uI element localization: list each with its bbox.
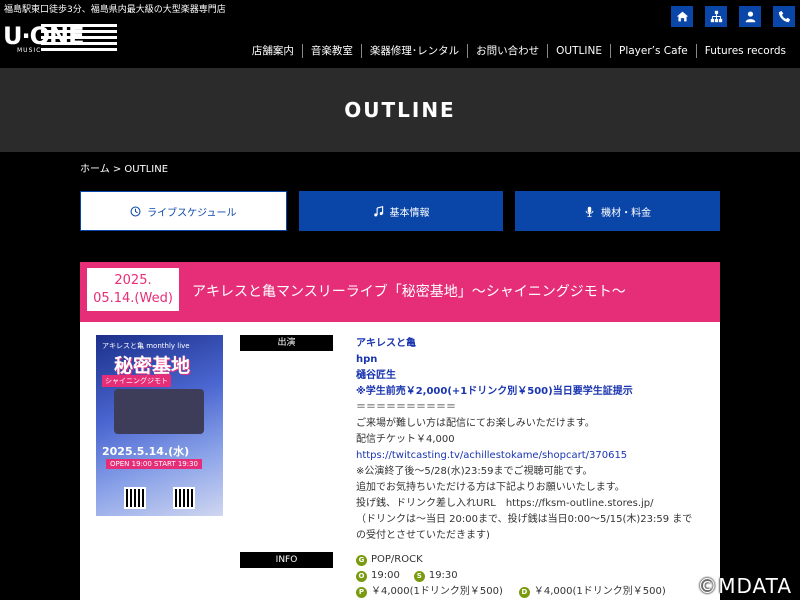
nav-item-school[interactable]: 音楽教室: [301, 44, 361, 58]
nav-item-records[interactable]: Futures records: [695, 44, 794, 58]
door-price: ￥4,000(1ドリンク別￥500): [533, 586, 666, 597]
poster-qr-code: [173, 487, 195, 509]
poster-qr-code: [124, 487, 146, 509]
tab-bar: ライブスケジュール 基本情報 機材・料金: [80, 191, 721, 231]
presale-price: ￥4,000(1ドリンク別￥500): [371, 586, 503, 597]
home-icon[interactable]: [671, 6, 693, 27]
details-line: 配信チケット￥4,000: [356, 434, 455, 445]
event-title: アキレスと亀マンスリーライブ「秘密基地」～シャイニングジモト～: [192, 284, 626, 300]
tagline: 福島駅東口徒歩3分、福島県内最大級の大型楽器専門店: [4, 5, 226, 15]
performer: hpn: [356, 354, 378, 365]
header-icon-buttons: [671, 6, 795, 27]
event-body: アキレスと亀 monthly live 秘密基地 シャイニングジモト 2025.…: [80, 322, 720, 600]
genre-value: POP/ROCK: [371, 554, 423, 565]
streaming-link[interactable]: https://twitcasting.tv/achillestokame/sh…: [356, 448, 716, 464]
start-time: 19:30: [428, 570, 458, 581]
poster-date: 2025.5.14.(水): [102, 445, 190, 458]
page-title: OUTLINE: [344, 98, 456, 122]
poster-title: 秘密基地: [114, 355, 191, 377]
event-poster[interactable]: アキレスと亀 monthly live 秘密基地 シャイニングジモト 2025.…: [96, 335, 223, 516]
breadcrumb[interactable]: ホーム > OUTLINE: [80, 160, 168, 175]
poster-photo: [114, 389, 204, 434]
door-badge-icon: D: [518, 586, 530, 598]
sitemap-icon[interactable]: [705, 6, 727, 27]
open-badge-icon: O: [356, 570, 367, 582]
details-line: ※公演終了後～5/28(水)23:59までご視聴可能です。: [356, 466, 593, 477]
clock-icon: [130, 206, 141, 216]
event-header: 2025. 05.14.(Wed) アキレスと亀マンスリーライブ「秘密基地」～シ…: [80, 262, 720, 322]
tab-live-schedule[interactable]: ライブスケジュール: [80, 191, 287, 231]
watermark: ©MDATA: [697, 574, 792, 598]
nav-item-contact[interactable]: お問い合わせ: [467, 44, 547, 58]
logo-stripes: [41, 24, 117, 58]
site-logo[interactable]: U·ONE MUSIC: [3, 20, 117, 60]
tab-equipment-price[interactable]: 機材・料金: [515, 191, 721, 231]
info-prices: P ￥4,000(1ドリンク別￥500) D ￥4,000(1ドリンク別￥500…: [356, 584, 666, 600]
poster-subtitle: シャイニングジモト: [102, 375, 171, 387]
tab-label: ライブスケジュール: [147, 207, 237, 219]
tip-link-line[interactable]: 投げ銭、ドリンク差し入れURL https://fksm-outline.sto…: [356, 496, 716, 512]
details-line: 追加でお気持ちいただける方は下記よりお願いいたします。: [356, 482, 625, 493]
genre-badge-icon: G: [356, 554, 367, 566]
microphone-icon: [585, 206, 594, 217]
nav-item-outline[interactable]: OUTLINE: [547, 44, 610, 58]
nav-item-store[interactable]: 店舗案内: [244, 44, 302, 58]
music-note-icon: [373, 205, 383, 216]
site-header: 福島駅東口徒歩3分、福島県内最大級の大型楽器専門店 U·ONE MUSIC 店舗…: [0, 0, 800, 68]
main-nav: 店舗案内 音楽教室 楽器修理･レンタル お問い合わせ OUTLINE Playe…: [244, 44, 794, 58]
performer: 樋谷匠生: [356, 370, 396, 381]
tab-label: 基本情報: [389, 207, 430, 219]
performer-list: アキレスと亀 hpn 樋谷匠生 ※学生前売￥2,000(+1ドリンク別￥500)…: [356, 336, 633, 400]
info-times: O 19:00 S 19:30: [356, 568, 666, 584]
open-time: 19:00: [371, 570, 400, 581]
performer: アキレスと亀: [356, 338, 416, 349]
details-line: （ドリンクは～当日 20:00まで、投げ銭は当日0:00～5/15(木)23:5…: [356, 514, 693, 525]
details-line: の受付とさせていただきます): [356, 530, 490, 541]
event-details: ＝＝＝＝＝＝＝＝＝＝ ご来場が難しい方は配信にてお楽しみいただけます。 配信チケ…: [356, 400, 716, 544]
info-genre: G POP/ROCK: [356, 552, 666, 568]
logo-subtext: MUSIC: [17, 47, 42, 54]
details-line: ＝＝＝＝＝＝＝＝＝＝: [356, 402, 456, 413]
performer-label: 出演: [240, 335, 333, 351]
event-date-year: 2025.: [114, 273, 152, 288]
info-label: INFO: [240, 552, 333, 568]
poster-line: アキレスと亀 monthly live: [102, 342, 190, 350]
tab-label: 機材・料金: [601, 207, 652, 219]
tab-basic-info[interactable]: 基本情報: [298, 191, 504, 231]
nav-item-cafe[interactable]: Player’s Cafe: [609, 44, 696, 58]
event-date-day: 05.14.(Wed): [93, 291, 173, 306]
phone-icon[interactable]: [773, 6, 795, 27]
price-note: ※学生前売￥2,000(+1ドリンク別￥500)当日要学生証提示: [356, 386, 633, 397]
hero-banner: OUTLINE: [0, 68, 800, 152]
presale-badge-icon: P: [356, 586, 367, 598]
info-list: G POP/ROCK O 19:00 S 19:30 P ￥4,000(1ドリン…: [356, 552, 666, 600]
event-date: 2025. 05.14.(Wed): [87, 268, 179, 311]
poster-time: OPEN 19:00 START 19:30: [106, 459, 203, 469]
nav-item-repair[interactable]: 楽器修理･レンタル: [360, 44, 467, 58]
user-icon[interactable]: [739, 6, 761, 27]
start-badge-icon: S: [413, 570, 425, 582]
details-line: ご来場が難しい方は配信にてお楽しみいただけます。: [356, 418, 595, 429]
